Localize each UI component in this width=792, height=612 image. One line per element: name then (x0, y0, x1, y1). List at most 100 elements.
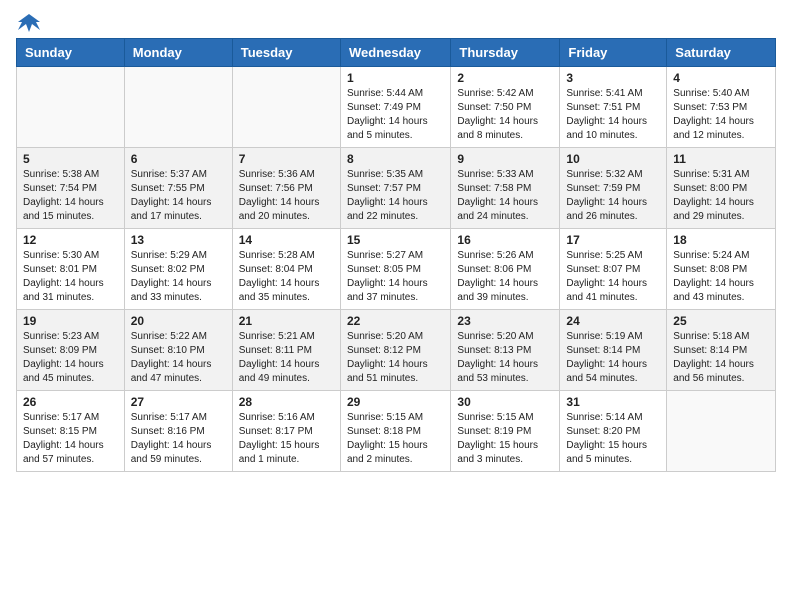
day-number: 15 (347, 233, 444, 247)
day-info: Sunrise: 5:19 AM Sunset: 8:14 PM Dayligh… (566, 330, 660, 386)
day-info: Sunrise: 5:38 AM Sunset: 7:54 PM Dayligh… (23, 168, 118, 224)
calendar-day-cell: 9 Sunrise: 5:33 AM Sunset: 7:58 PM Daylig… (451, 148, 560, 229)
day-info: Sunrise: 5:33 AM Sunset: 7:58 PM Dayligh… (457, 168, 553, 224)
day-number: 7 (239, 152, 334, 166)
day-number: 3 (566, 71, 660, 85)
day-info: Sunrise: 5:28 AM Sunset: 8:04 PM Dayligh… (239, 249, 334, 305)
day-number: 8 (347, 152, 444, 166)
page-header (16, 16, 776, 30)
calendar-day-cell: 1 Sunrise: 5:44 AM Sunset: 7:49 PM Daylig… (340, 67, 450, 148)
weekday-header-monday: Monday (124, 39, 232, 67)
day-number: 12 (23, 233, 118, 247)
day-info: Sunrise: 5:40 AM Sunset: 7:53 PM Dayligh… (673, 87, 769, 143)
day-info: Sunrise: 5:31 AM Sunset: 8:00 PM Dayligh… (673, 168, 769, 224)
day-number: 4 (673, 71, 769, 85)
day-info: Sunrise: 5:36 AM Sunset: 7:56 PM Dayligh… (239, 168, 334, 224)
day-number: 13 (131, 233, 226, 247)
weekday-header-thursday: Thursday (451, 39, 560, 67)
calendar-week-row: 26 Sunrise: 5:17 AM Sunset: 8:15 PM Dayli… (17, 391, 776, 472)
day-number: 22 (347, 314, 444, 328)
calendar-day-cell: 4 Sunrise: 5:40 AM Sunset: 7:53 PM Daylig… (667, 67, 776, 148)
calendar-day-cell: 8 Sunrise: 5:35 AM Sunset: 7:57 PM Daylig… (340, 148, 450, 229)
calendar-day-cell: 2 Sunrise: 5:42 AM Sunset: 7:50 PM Daylig… (451, 67, 560, 148)
day-number: 23 (457, 314, 553, 328)
day-number: 26 (23, 395, 118, 409)
empty-day-cell (667, 391, 776, 472)
weekday-header-row: SundayMondayTuesdayWednesdayThursdayFrid… (17, 39, 776, 67)
day-number: 25 (673, 314, 769, 328)
calendar-day-cell: 14Sunrise: 5:28 AM Sunset: 8:04 PM Dayli… (232, 229, 340, 310)
day-info: Sunrise: 5:17 AM Sunset: 8:15 PM Dayligh… (23, 411, 118, 467)
day-number: 18 (673, 233, 769, 247)
calendar-day-cell: 7 Sunrise: 5:36 AM Sunset: 7:56 PM Daylig… (232, 148, 340, 229)
calendar-day-cell: 28 Sunrise: 5:16 AM Sunset: 8:17 PM Dayli… (232, 391, 340, 472)
empty-day-cell (232, 67, 340, 148)
day-number: 29 (347, 395, 444, 409)
empty-day-cell (124, 67, 232, 148)
day-info: Sunrise: 5:24 AM Sunset: 8:08 PM Dayligh… (673, 249, 769, 305)
day-info: Sunrise: 5:42 AM Sunset: 7:50 PM Dayligh… (457, 87, 553, 143)
calendar-table: SundayMondayTuesdayWednesdayThursdayFrid… (16, 38, 776, 472)
weekday-header-saturday: Saturday (667, 39, 776, 67)
calendar-day-cell: 23Sunrise: 5:20 AM Sunset: 8:13 PM Dayli… (451, 310, 560, 391)
calendar-day-cell: 13 Sunrise: 5:29 AM Sunset: 8:02 PM Dayli… (124, 229, 232, 310)
day-number: 19 (23, 314, 118, 328)
calendar-week-row: 12 Sunrise: 5:30 AM Sunset: 8:01 PM Dayli… (17, 229, 776, 310)
calendar-day-cell: 18 Sunrise: 5:24 AM Sunset: 8:08 PM Dayli… (667, 229, 776, 310)
calendar-day-cell: 11 Sunrise: 5:31 AM Sunset: 8:00 PM Dayli… (667, 148, 776, 229)
day-number: 11 (673, 152, 769, 166)
day-number: 17 (566, 233, 660, 247)
day-number: 5 (23, 152, 118, 166)
calendar-day-cell: 6Sunrise: 5:37 AM Sunset: 7:55 PM Daylig… (124, 148, 232, 229)
day-info: Sunrise: 5:23 AM Sunset: 8:09 PM Dayligh… (23, 330, 118, 386)
calendar-day-cell: 20 Sunrise: 5:22 AM Sunset: 8:10 PM Dayli… (124, 310, 232, 391)
calendar-day-cell: 26 Sunrise: 5:17 AM Sunset: 8:15 PM Dayli… (17, 391, 125, 472)
day-info: Sunrise: 5:35 AM Sunset: 7:57 PM Dayligh… (347, 168, 444, 224)
calendar-week-row: 5 Sunrise: 5:38 AM Sunset: 7:54 PM Daylig… (17, 148, 776, 229)
day-number: 24 (566, 314, 660, 328)
day-info: Sunrise: 5:17 AM Sunset: 8:16 PM Dayligh… (131, 411, 226, 467)
logo (16, 16, 40, 30)
weekday-header-sunday: Sunday (17, 39, 125, 67)
day-info: Sunrise: 5:14 AM Sunset: 8:20 PM Dayligh… (566, 411, 660, 467)
day-number: 27 (131, 395, 226, 409)
day-info: Sunrise: 5:26 AM Sunset: 8:06 PM Dayligh… (457, 249, 553, 305)
calendar-week-row: 19 Sunrise: 5:23 AM Sunset: 8:09 PM Dayli… (17, 310, 776, 391)
calendar-day-cell: 19 Sunrise: 5:23 AM Sunset: 8:09 PM Dayli… (17, 310, 125, 391)
day-info: Sunrise: 5:27 AM Sunset: 8:05 PM Dayligh… (347, 249, 444, 305)
day-number: 2 (457, 71, 553, 85)
calendar-week-row: 1 Sunrise: 5:44 AM Sunset: 7:49 PM Daylig… (17, 67, 776, 148)
day-number: 20 (131, 314, 226, 328)
calendar-day-cell: 29 Sunrise: 5:15 AM Sunset: 8:18 PM Dayli… (340, 391, 450, 472)
calendar-day-cell: 31 Sunrise: 5:14 AM Sunset: 8:20 PM Dayli… (560, 391, 667, 472)
day-info: Sunrise: 5:41 AM Sunset: 7:51 PM Dayligh… (566, 87, 660, 143)
day-number: 9 (457, 152, 553, 166)
empty-day-cell (17, 67, 125, 148)
day-number: 1 (347, 71, 444, 85)
calendar-day-cell: 27 Sunrise: 5:17 AM Sunset: 8:16 PM Dayli… (124, 391, 232, 472)
day-info: Sunrise: 5:30 AM Sunset: 8:01 PM Dayligh… (23, 249, 118, 305)
day-info: Sunrise: 5:37 AM Sunset: 7:55 PM Dayligh… (131, 168, 226, 224)
day-info: Sunrise: 5:29 AM Sunset: 8:02 PM Dayligh… (131, 249, 226, 305)
day-number: 30 (457, 395, 553, 409)
weekday-header-tuesday: Tuesday (232, 39, 340, 67)
calendar-day-cell: 10Sunrise: 5:32 AM Sunset: 7:59 PM Dayli… (560, 148, 667, 229)
day-number: 10 (566, 152, 660, 166)
day-number: 31 (566, 395, 660, 409)
day-info: Sunrise: 5:16 AM Sunset: 8:17 PM Dayligh… (239, 411, 334, 467)
day-number: 28 (239, 395, 334, 409)
day-number: 16 (457, 233, 553, 247)
day-number: 21 (239, 314, 334, 328)
calendar-day-cell: 30Sunrise: 5:15 AM Sunset: 8:19 PM Dayli… (451, 391, 560, 472)
day-info: Sunrise: 5:25 AM Sunset: 8:07 PM Dayligh… (566, 249, 660, 305)
calendar-day-cell: 5 Sunrise: 5:38 AM Sunset: 7:54 PM Daylig… (17, 148, 125, 229)
calendar-day-cell: 24 Sunrise: 5:19 AM Sunset: 8:14 PM Dayli… (560, 310, 667, 391)
day-info: Sunrise: 5:21 AM Sunset: 8:11 PM Dayligh… (239, 330, 334, 386)
day-info: Sunrise: 5:44 AM Sunset: 7:49 PM Dayligh… (347, 87, 444, 143)
calendar-day-cell: 25 Sunrise: 5:18 AM Sunset: 8:14 PM Dayli… (667, 310, 776, 391)
day-info: Sunrise: 5:15 AM Sunset: 8:18 PM Dayligh… (347, 411, 444, 467)
weekday-header-friday: Friday (560, 39, 667, 67)
day-info: Sunrise: 5:22 AM Sunset: 8:10 PM Dayligh… (131, 330, 226, 386)
day-info: Sunrise: 5:18 AM Sunset: 8:14 PM Dayligh… (673, 330, 769, 386)
day-info: Sunrise: 5:20 AM Sunset: 8:12 PM Dayligh… (347, 330, 444, 386)
